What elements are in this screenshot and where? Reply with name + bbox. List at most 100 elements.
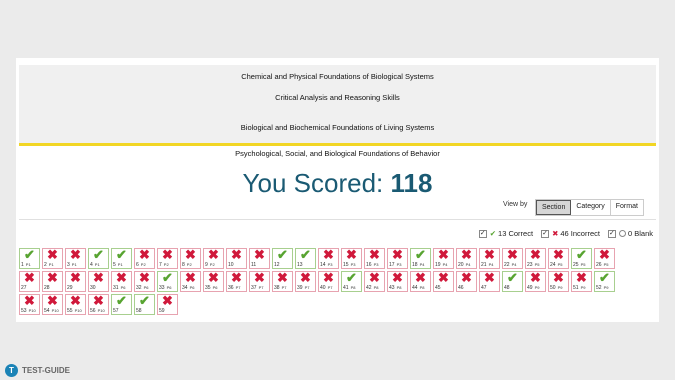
question-cell[interactable]: ✖ 15 P3 (341, 248, 362, 269)
question-number: 48 (504, 285, 510, 291)
question-cell[interactable]: ✖ 47 (479, 271, 500, 292)
passage-tag: P2 (209, 262, 215, 267)
question-cell[interactable]: ✖ 7 P2 (157, 248, 178, 269)
view-format-button[interactable]: Format (610, 200, 643, 215)
question-cell[interactable]: ✖ 20 P4 (456, 248, 477, 269)
passage-tag: P4 (488, 262, 494, 267)
question-cell[interactable]: ✖ 36 P7 (226, 271, 247, 292)
x-icon: ✖ (116, 270, 127, 285)
question-cell[interactable]: ✖ 40 P7 (318, 271, 339, 292)
question-cell[interactable]: ✖ 49 P9 (525, 271, 546, 292)
question-cell[interactable]: ✖ 34 P6 (180, 271, 201, 292)
question-cell[interactable]: ✔ 5 P1 (111, 248, 132, 269)
question-cell[interactable]: ✖ 46 (456, 271, 477, 292)
question-number-line: 52 P9 (596, 285, 608, 291)
x-icon: ✖ (254, 270, 265, 285)
question-cell[interactable]: ✔ 48 (502, 271, 523, 292)
question-number: 55 (67, 308, 73, 314)
question-number: 54 (44, 308, 50, 314)
question-cell[interactable]: ✖ 21 P4 (479, 248, 500, 269)
question-cell[interactable]: ✖ 35 P6 (203, 271, 224, 292)
question-number: 44 (412, 285, 418, 291)
question-cell[interactable]: ✔ 4 P1 (88, 248, 109, 269)
question-number-line: 15 P3 (343, 262, 355, 268)
view-category-button[interactable]: Category (571, 200, 611, 215)
question-cell[interactable]: ✖ 56 P10 (88, 294, 109, 315)
question-number: 47 (481, 285, 487, 291)
question-cell[interactable]: ✔ 57 (111, 294, 132, 315)
question-number-line: 42 P8 (366, 285, 378, 291)
question-cell[interactable]: ✖ 59 (157, 294, 178, 315)
question-cell[interactable]: ✔ 52 P9 (594, 271, 615, 292)
section-item-psych-soc[interactable]: Psychological, Social, and Biological Fo… (19, 143, 656, 161)
question-cell[interactable]: ✔ 13 (295, 248, 316, 269)
question-cell[interactable]: ✔ 12 (272, 248, 293, 269)
x-icon: ✖ (461, 270, 472, 285)
question-cell[interactable]: ✖ 39 P7 (295, 271, 316, 292)
x-icon: ✖ (93, 293, 104, 308)
question-cell[interactable]: ✖ 30 (88, 271, 109, 292)
question-cell[interactable]: ✔ 25 P5 (571, 248, 592, 269)
question-cell[interactable]: ✖ 9 P2 (203, 248, 224, 269)
passage-tag: P1 (71, 262, 77, 267)
question-cell[interactable]: ✖ 43 P8 (387, 271, 408, 292)
question-cell[interactable]: ✖ 24 P5 (548, 248, 569, 269)
filter-incorrect-checkbox[interactable]: ✓ (541, 229, 550, 238)
question-cell[interactable]: ✖ 23 P5 (525, 248, 546, 269)
question-cell[interactable]: ✖ 29 (65, 271, 86, 292)
question-cell[interactable]: ✖ 22 P4 (502, 248, 523, 269)
filter-correct[interactable]: ✓ ✔ 13 Correct (478, 229, 533, 238)
question-cell[interactable]: ✖ 55 P10 (65, 294, 86, 315)
question-cell[interactable]: ✖ 45 (433, 271, 454, 292)
question-cell[interactable]: ✖ 51 P9 (571, 271, 592, 292)
question-cell[interactable]: ✖ 19 P4 (433, 248, 454, 269)
question-number-line: 21 P4 (481, 262, 493, 268)
section-item-cars[interactable]: Critical Analysis and Reasoning Skills (19, 93, 656, 102)
question-cell[interactable]: ✖ 3 P1 (65, 248, 86, 269)
passage-tag: P2 (163, 262, 169, 267)
question-cell[interactable]: ✔ 33 P6 (157, 271, 178, 292)
question-cell[interactable]: ✔ 41 P8 (341, 271, 362, 292)
filter-correct-checkbox[interactable]: ✓ (478, 229, 487, 238)
check-icon: ✔ (599, 270, 610, 285)
x-icon: ✖ (208, 270, 219, 285)
question-cell[interactable]: ✖ 50 P9 (548, 271, 569, 292)
question-cell[interactable]: ✖ 38 P7 (272, 271, 293, 292)
section-item-chem-phys[interactable]: Chemical and Physical Foundations of Bio… (19, 72, 656, 81)
filter-blank-checkbox[interactable]: ✓ (607, 229, 616, 238)
question-cell[interactable]: ✖ 2 P1 (42, 248, 63, 269)
question-cell[interactable]: ✖ 31 P6 (111, 271, 132, 292)
question-cell[interactable]: ✖ 8 P2 (180, 248, 201, 269)
question-cell[interactable]: ✖ 54 P10 (42, 294, 63, 315)
passage-tag: P6 (189, 285, 195, 290)
question-cell[interactable]: ✖ 26 P5 (594, 248, 615, 269)
question-cell[interactable]: ✖ 42 P8 (364, 271, 385, 292)
question-cell[interactable]: ✖ 27 (19, 271, 40, 292)
view-section-button[interactable]: Section (536, 200, 572, 215)
passage-tag: P5 (603, 262, 609, 267)
filter-blank[interactable]: ✓ 0 Blank (607, 229, 653, 238)
question-cell[interactable]: ✖ 37 P7 (249, 271, 270, 292)
question-cell[interactable]: ✖ 32 P6 (134, 271, 155, 292)
question-cell[interactable]: ✔ 18 P4 (410, 248, 431, 269)
question-cell[interactable]: ✖ 17 P3 (387, 248, 408, 269)
passage-tag: P9 (557, 285, 563, 290)
question-number-line: 34 P6 (182, 285, 194, 291)
question-cell[interactable]: ✔ 58 (134, 294, 155, 315)
question-cell[interactable]: ✔ 1 P1 (19, 248, 40, 269)
question-cell[interactable]: ✖ 14 P3 (318, 248, 339, 269)
question-cell[interactable]: ✖ 11 (249, 248, 270, 269)
x-icon: ✖ (484, 270, 495, 285)
passage-tag: P4 (465, 262, 471, 267)
question-number: 38 (274, 285, 280, 291)
question-cell[interactable]: ✖ 6 P2 (134, 248, 155, 269)
question-cell[interactable]: ✖ 10 (226, 248, 247, 269)
question-cell[interactable]: ✖ 16 P3 (364, 248, 385, 269)
question-cell[interactable]: ✖ 28 (42, 271, 63, 292)
question-cell[interactable]: ✖ 44 P8 (410, 271, 431, 292)
circle-icon (618, 230, 626, 237)
section-item-bio-biochem[interactable]: Biological and Biochemical Foundations o… (19, 123, 656, 132)
filter-incorrect[interactable]: ✓ ✖ 46 Incorrect (541, 229, 600, 238)
question-number-line: 1 P1 (21, 262, 31, 268)
question-cell[interactable]: ✖ 53 P10 (19, 294, 40, 315)
